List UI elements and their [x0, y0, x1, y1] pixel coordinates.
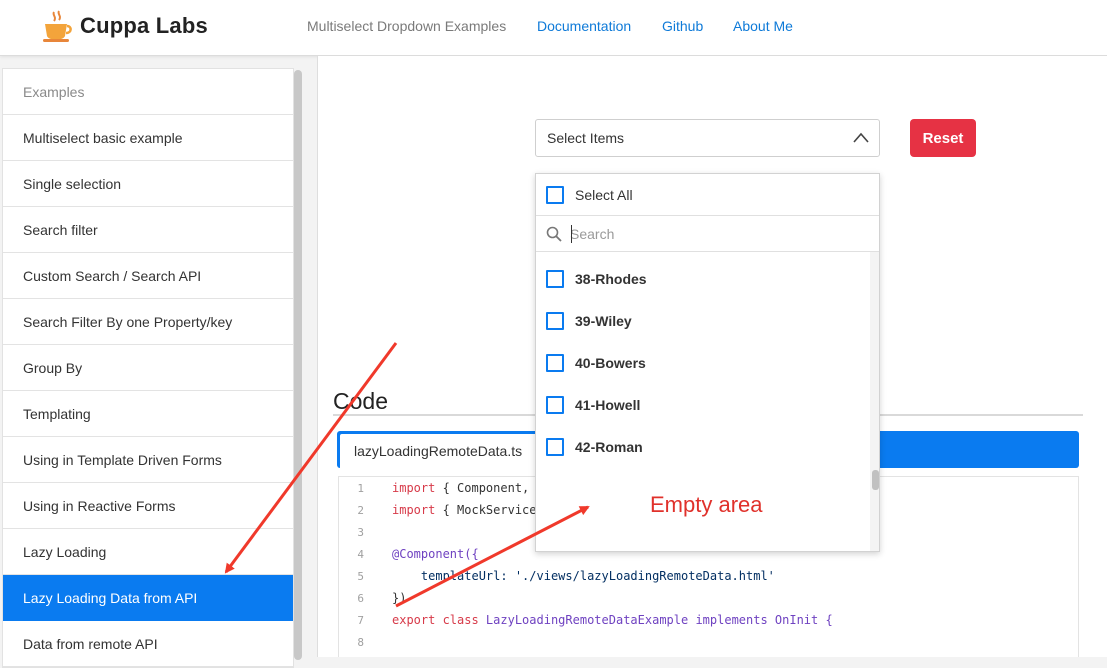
- sidebar-item-templating[interactable]: Templating: [3, 391, 293, 437]
- sidebar-item-custom-search[interactable]: Custom Search / Search API: [3, 253, 293, 299]
- reset-button[interactable]: Reset: [910, 119, 976, 157]
- list-item[interactable]: 38-Rhodes: [546, 268, 647, 290]
- nav-link-about-me[interactable]: About Me: [733, 18, 793, 34]
- sidebar-item-basic[interactable]: Multiselect basic example: [3, 115, 293, 161]
- checkbox[interactable]: [546, 396, 564, 414]
- annotation-label: Empty area: [650, 492, 763, 517]
- search-icon: [546, 226, 562, 242]
- multiselect-placeholder: Select Items: [547, 130, 625, 146]
- code-line: 8: [357, 635, 364, 649]
- text-cursor: [571, 225, 572, 243]
- dropdown-scrollbar-track[interactable]: [870, 252, 879, 551]
- code-line: 5 templateUrl: './views/lazyLoadingRemot…: [357, 569, 775, 583]
- top-navbar: Cuppa Labs Multiselect Dropdown Examples…: [0, 0, 1107, 56]
- sidebar-item-search-by-property[interactable]: Search Filter By one Property/key: [3, 299, 293, 345]
- brand[interactable]: Cuppa Labs: [40, 10, 208, 42]
- list-item[interactable]: 41-Howell: [546, 394, 640, 416]
- code-line: 6 }): [357, 591, 407, 605]
- nav-link-github[interactable]: Github: [662, 18, 703, 34]
- list-item[interactable]: 42-Roman: [546, 436, 643, 458]
- dropdown-search: [536, 216, 879, 252]
- sidebar-item-single-selection[interactable]: Single selection: [3, 161, 293, 207]
- select-all-option[interactable]: Select All: [536, 174, 879, 216]
- checkbox[interactable]: [546, 438, 564, 456]
- nav-link-documentation[interactable]: Documentation: [537, 18, 631, 34]
- sidebar-item-lazy-loading[interactable]: Lazy Loading: [3, 529, 293, 575]
- nav-title[interactable]: Multiselect Dropdown Examples: [307, 18, 506, 34]
- checkbox[interactable]: [546, 312, 564, 330]
- chevron-up-icon: [853, 132, 869, 143]
- sidebar-header: Examples: [3, 69, 293, 115]
- sidebar-scrollbar[interactable]: [294, 70, 302, 660]
- dropdown-scrollbar-thumb[interactable]: [872, 470, 879, 490]
- code-heading: Code: [333, 388, 388, 414]
- sidebar-item-lazy-loading-api[interactable]: Lazy Loading Data from API: [3, 575, 293, 621]
- brand-name: Cuppa Labs: [80, 13, 208, 38]
- list-item[interactable]: 40-Bowers: [546, 352, 646, 374]
- sidebar-item-template-forms[interactable]: Using in Template Driven Forms: [3, 437, 293, 483]
- multiselect-trigger[interactable]: Select Items: [535, 119, 880, 157]
- checkbox[interactable]: [546, 270, 564, 288]
- sidebar-item-group-by[interactable]: Group By: [3, 345, 293, 391]
- select-all-label: Select All: [575, 186, 633, 203]
- sidebar: Examples Multiselect basic example Singl…: [2, 68, 294, 668]
- search-input[interactable]: [570, 222, 860, 246]
- list-item[interactable]: 39-Wiley: [546, 310, 632, 332]
- checkbox[interactable]: [546, 185, 564, 204]
- code-line: 7 export class LazyLoadingRemoteDataExam…: [357, 613, 833, 627]
- sidebar-item-remote-api[interactable]: Data from remote API: [3, 621, 293, 667]
- coffee-cup-icon: [40, 10, 74, 42]
- tab-lazy-loading-remote-data[interactable]: lazyLoadingRemoteData.ts: [340, 434, 537, 468]
- sidebar-item-search-filter[interactable]: Search filter: [3, 207, 293, 253]
- checkbox[interactable]: [546, 354, 564, 372]
- sidebar-item-reactive-forms[interactable]: Using in Reactive Forms: [3, 483, 293, 529]
